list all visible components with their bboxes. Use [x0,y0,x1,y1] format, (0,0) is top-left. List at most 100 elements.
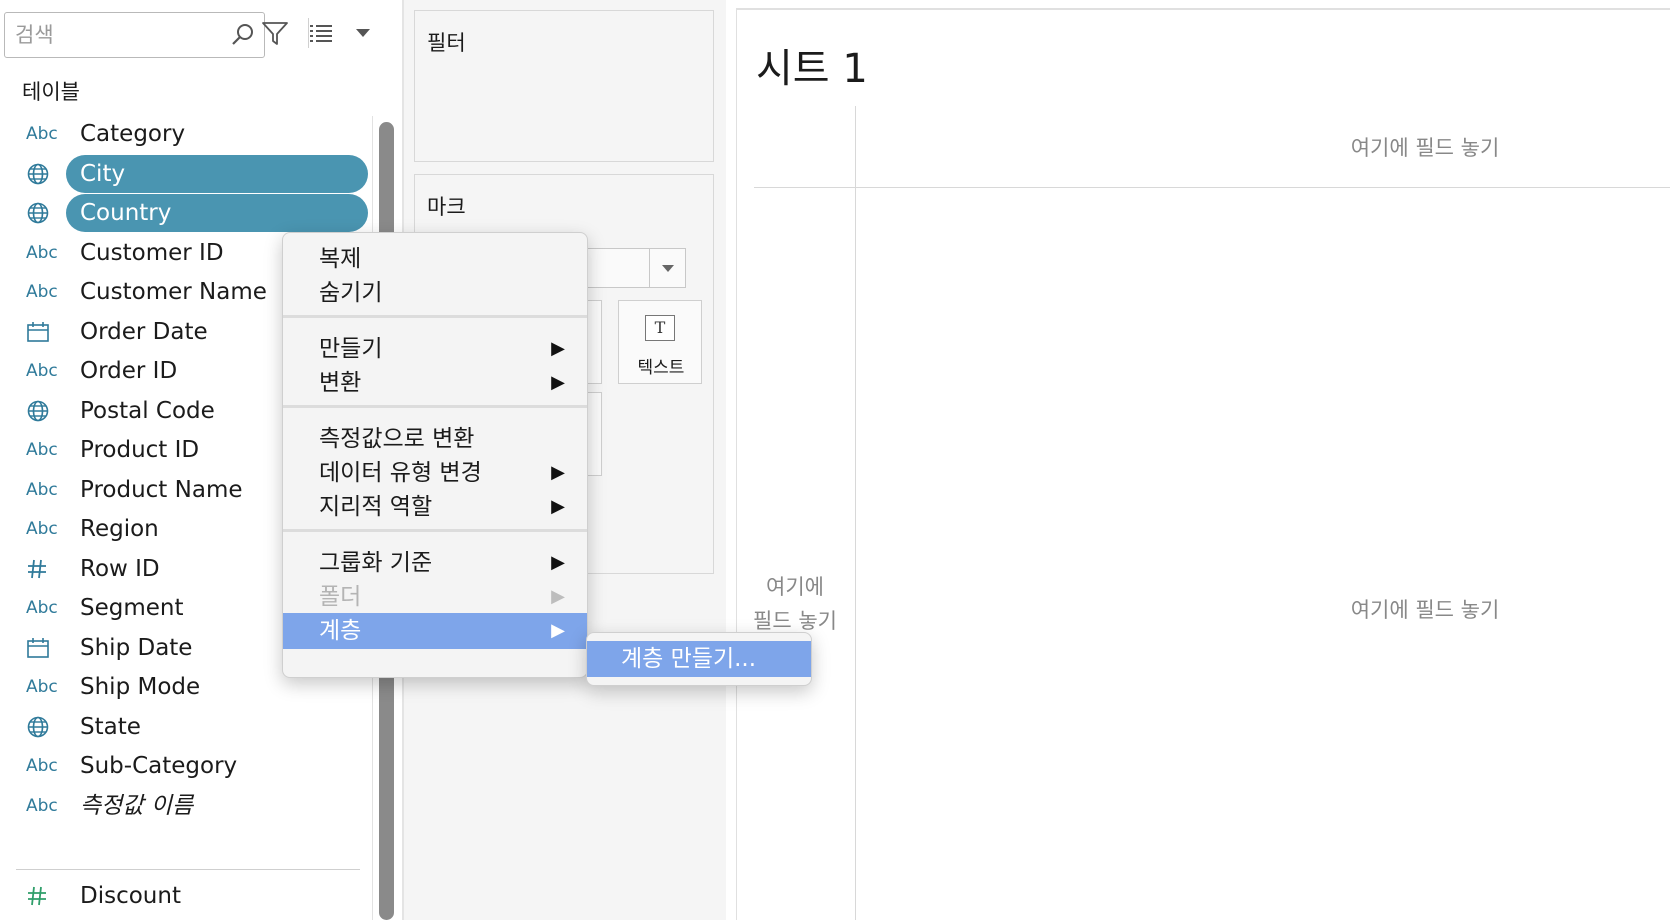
field-item[interactable]: State [0,707,370,747]
submenu-arrow-icon: ▶ [551,496,565,517]
search-icon[interactable] [230,22,256,48]
field-item[interactable]: Abc 측정값 이름 [0,786,370,826]
field-label: State [80,713,141,740]
filter-icon[interactable] [258,16,292,50]
type-abc-label: Abc [26,677,58,697]
menu-separator [283,315,587,318]
field-label: Category [80,121,186,147]
type-abc-label: Abc [26,361,58,381]
abc-type-icon: Abc [26,509,66,549]
field-label: Order Date [80,318,208,345]
chevron-down-icon[interactable] [649,249,685,287]
field-label: Segment [80,595,184,621]
field-label: Ship Date [80,634,193,661]
calendar-icon [26,628,66,668]
context-menu-item[interactable]: 숨기기 [283,275,587,311]
abc-type-icon: Abc [26,233,66,273]
field-item[interactable]: Country [0,193,370,233]
rows-drop-hint-line1: 여기에 [766,575,824,599]
hierarchy-submenu: 계층 만들기... [586,632,812,686]
abc-type-icon: Abc [26,786,66,826]
menu-item-label: 변환 [319,370,362,396]
menu-item-label: 만들기 [319,336,383,362]
menu-item-label: 그룹화 기준 [319,550,433,576]
context-menu-item[interactable]: 계층 ▶ [283,613,587,649]
tables-heading: 테이블 [22,80,80,104]
menu-item-label: 복제 [319,246,362,272]
columns-drop-hint[interactable]: 여기에 필드 놓기 [1310,132,1540,162]
column-header-divider [754,187,1670,188]
abc-type-icon: Abc [26,746,66,786]
context-menu-item[interactable]: 변환 ▶ [283,365,587,401]
context-menu-item[interactable]: 그룹화 기준 ▶ [283,545,587,581]
type-abc-label: Abc [26,519,58,539]
calendar-icon [26,312,66,352]
globe-icon [26,154,66,194]
search-input[interactable] [13,19,213,51]
field-label: City [80,160,126,187]
abc-type-icon: Abc [26,114,66,154]
abc-type-icon: Abc [26,588,66,628]
menu-item-label: 지리적 역할 [319,494,433,520]
submenu-arrow-icon: ▶ [551,586,565,607]
type-abc-label: Abc [26,795,58,816]
context-menu-item[interactable]: 지리적 역할 ▶ [283,489,587,525]
field-label: Sub-Category [80,753,238,779]
view-top-border [736,8,1670,10]
field-label: 측정값 이름 [80,792,194,819]
submenu-arrow-icon: ▶ [551,462,565,483]
number-icon [26,549,66,589]
list-view-icon[interactable] [304,16,338,50]
type-abc-label: Abc [26,756,58,776]
submenu-arrow-icon: ▶ [551,552,565,573]
context-menu-item[interactable]: 측정값으로 변환 [283,421,587,457]
filters-shelf[interactable]: 필터 [414,10,714,162]
measure-item[interactable]: Discount [0,876,370,916]
create-hierarchy-menu-item[interactable]: 계층 만들기... [587,641,811,677]
context-menu-item[interactable]: 만들기 ▶ [283,331,587,367]
rows-drop-hint[interactable]: 여기에 필드 놓기 [740,570,850,638]
field-item[interactable]: Abc Category [0,114,370,154]
menu-item-label: 측정값으로 변환 [319,426,475,452]
field-label: Customer ID [80,239,224,266]
menu-separator [283,405,587,408]
dimensions-measures-divider [16,869,360,870]
field-label: Row ID [80,555,160,582]
context-menu-item[interactable]: 복제 [283,241,587,277]
field-label: Product ID [80,437,200,463]
submenu-arrow-icon: ▶ [551,338,565,359]
text-t-icon: T [645,315,675,341]
text-mark-label: 텍스트 [637,358,685,378]
submenu-arrow-icon: ▶ [551,620,565,641]
field-label: Region [80,516,159,542]
field-item[interactable]: City [0,154,370,194]
measure-label: Discount [80,883,181,909]
field-label: Ship Mode [80,674,201,700]
marks-card-title: 마크 [427,195,466,219]
menu-item-label: 폴더 [319,584,362,610]
abc-type-icon: Abc [26,351,66,391]
type-abc-label: Abc [26,282,58,302]
search-box[interactable] [4,12,265,58]
type-abc-label: Abc [26,440,58,460]
context-menu-item[interactable]: 데이터 유형 변경 ▶ [283,455,587,491]
context-menu: 복제 숨기기 만들기 ▶ 변환 ▶ 측정값으로 변환 데이터 유형 변경 ▶ 지리적 역할 ▶ 그룹화… [282,232,588,678]
create-hierarchy-label: 계층 만들기... [621,646,757,672]
type-abc-label: Abc [26,242,58,263]
sheet-title[interactable]: 시트 1 [756,36,868,94]
type-abc-label: Abc [26,598,58,618]
menu-separator [283,529,587,532]
number-icon [26,876,66,916]
field-item[interactable]: Abc Sub-Category [0,746,370,786]
abc-type-icon: Abc [26,430,66,470]
type-abc-label: Abc [26,124,58,144]
body-drop-hint[interactable]: 여기에 필드 놓기 [1310,594,1540,624]
view-left-border [736,10,737,920]
text-mark-button[interactable]: T 텍스트 [618,300,702,384]
chevron-down-icon[interactable] [346,16,380,50]
menu-item-label: 계층 [319,618,362,644]
filters-shelf-title: 필터 [427,31,466,55]
type-abc-label: Abc [26,479,58,500]
abc-type-icon: Abc [26,667,66,707]
globe-icon [26,391,66,431]
